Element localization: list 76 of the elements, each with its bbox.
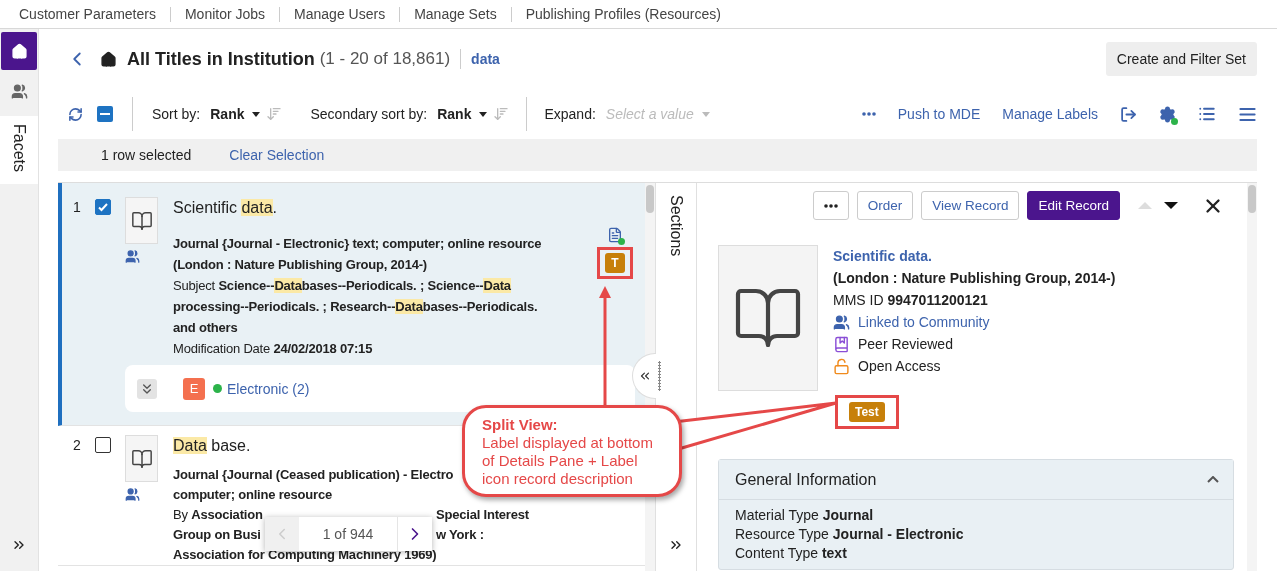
settings-icon[interactable]	[1159, 105, 1176, 123]
more-button[interactable]	[812, 191, 849, 220]
notes-icon[interactable]	[607, 227, 623, 243]
nav-link[interactable]: Customer Parameters	[5, 6, 170, 22]
nav-link[interactable]: Publishing Profiles (Resources)	[510, 6, 735, 22]
sort-label: Secondary sort by:	[310, 106, 428, 122]
record-title[interactable]: Scientific data.	[173, 199, 278, 217]
nav-link[interactable]: Manage Users	[279, 6, 400, 22]
row-number: 1	[73, 198, 82, 217]
community-link[interactable]: Linked to Community	[858, 311, 990, 333]
record-title-link[interactable]: Scientific data.	[833, 245, 1116, 267]
edit-record-button[interactable]: Edit Record	[1027, 191, 1120, 220]
record-detail: Journal {Journal (Ceased publication) - Electro	[173, 466, 454, 484]
imprint: (London : Nature Publishing Group, 2014-)	[833, 269, 1116, 288]
record-button[interactable]: Order	[856, 191, 914, 220]
select-all-checkbox[interactable]	[97, 106, 113, 122]
field-text: Material Type Journal	[735, 506, 875, 525]
next-button[interactable]	[1164, 202, 1178, 209]
record-title[interactable]: Data base.	[173, 437, 251, 455]
record-detail: Modification Date 24/02/2018 07:15	[173, 340, 373, 358]
page-title: All Titles in Institution	[127, 48, 315, 70]
sort-select[interactable]: Rank	[200, 106, 267, 122]
query-link[interactable]: data	[471, 51, 500, 67]
community-icon	[833, 313, 850, 331]
sort-label: Sort by:	[152, 106, 201, 122]
record-detail: w York :	[436, 526, 484, 544]
flag-text: Open Access	[858, 357, 941, 376]
toolbar-link[interactable]: Manage Labels	[1002, 106, 1098, 122]
selection-summary: 1 row selected	[101, 147, 192, 163]
mms-id: MMS ID 9947011200121	[833, 291, 989, 310]
flag-text: Peer Reviewed	[858, 335, 953, 354]
book-thumbnail	[125, 435, 158, 482]
refresh-icon[interactable]	[68, 106, 83, 122]
facets-tab[interactable]: Facets	[0, 116, 38, 184]
home-button[interactable]	[1, 32, 37, 70]
community-icon	[125, 487, 140, 502]
open-lock-icon	[833, 357, 850, 375]
record-detail: Special Interest	[436, 506, 529, 524]
expand-button[interactable]	[137, 378, 157, 399]
sort-select[interactable]: Rank	[427, 106, 494, 122]
nav-link[interactable]: Monitor Jobs	[169, 6, 280, 22]
list-view-icon[interactable]	[1198, 105, 1216, 123]
community-icon	[125, 249, 140, 264]
record-detail: Group on Busi	[173, 526, 261, 544]
book-thumbnail	[125, 197, 158, 244]
people-icon	[10, 82, 28, 100]
book-icon	[833, 335, 850, 353]
create-set-button[interactable]: Create and Filter Set	[1105, 42, 1257, 76]
chevron-up-icon	[1207, 476, 1219, 483]
record-detail: Subject Science--Databases--Periodicals. ; Science--Data processing--Periodicals. ; Research--Databases--Periodicals.	[173, 277, 539, 316]
sections-tab[interactable]: Sections	[667, 195, 685, 257]
more-icon[interactable]	[861, 112, 876, 116]
record-detail: computer; online resource	[173, 486, 332, 504]
expand-label: Expand:	[544, 106, 596, 122]
scrollbar[interactable]	[1247, 183, 1257, 571]
home-icon	[10, 42, 28, 60]
type-badge: E	[183, 377, 205, 400]
clear-selection-link[interactable]: Clear Selection	[229, 147, 325, 163]
record-button[interactable]: View Record	[921, 191, 1020, 220]
row-checkbox[interactable]	[95, 199, 111, 215]
record-detail: By Association	[173, 506, 263, 524]
nav-link[interactable]: Manage Sets	[399, 6, 511, 22]
field-text: Resource Type Journal - Electronic	[735, 525, 965, 544]
toolbar-link[interactable]: Push to MDE	[897, 106, 981, 122]
record-detail: Journal {Journal - Electronic} text; computer; online resource (London : Nature Publishing Group, 2014-)	[173, 235, 543, 274]
result-count: (1 - 20 of 18,861)	[319, 49, 451, 69]
home-icon	[100, 50, 117, 68]
more-icon	[823, 203, 838, 208]
row-number: 2	[73, 436, 82, 455]
field-text: Content Type text	[735, 544, 848, 563]
section-header[interactable]: General Information	[719, 460, 1233, 500]
record-detail: and others	[173, 319, 238, 337]
grip-icon	[658, 361, 661, 391]
export-icon[interactable]	[1120, 105, 1137, 123]
inventory-link[interactable]: Electronic (2)	[227, 380, 310, 397]
row-checkbox[interactable]	[95, 437, 111, 453]
